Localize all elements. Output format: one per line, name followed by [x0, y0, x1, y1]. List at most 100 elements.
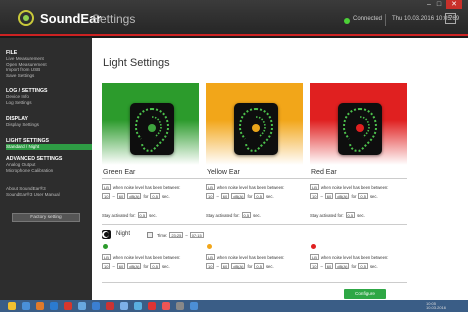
sidebar-item-microphone-calibration[interactable]: Microphone Calibration [6, 168, 92, 174]
stay-duration-stepper[interactable]: 0,5 [345, 212, 356, 218]
unit-dropdown[interactable]: dB(A) [231, 193, 246, 199]
sidebar-section-log: LOG / SETTINGS Device Info Log Settings [0, 88, 92, 105]
low-level-stepper[interactable]: 10 [206, 263, 215, 269]
night-label: Night [116, 231, 131, 237]
high-level-stepper[interactable]: 60 [220, 193, 230, 199]
sec-label: sec. [265, 263, 274, 269]
dash: – [112, 263, 115, 269]
taskbar-app-icon[interactable] [148, 302, 156, 310]
factory-setting-button[interactable]: Factory setting [12, 213, 80, 222]
sidebar-section-advanced: ADVANCED SETTINGS Analog Output Micropho… [0, 156, 92, 173]
for-label: for [247, 263, 253, 269]
sec-label: sec. [161, 193, 170, 199]
mode-dropdown[interactable]: LB [102, 184, 111, 190]
duration-stepper[interactable]: 0,5 [358, 263, 368, 269]
noise-range-row: LB when noise level has been between: [102, 254, 180, 260]
unit-dropdown[interactable]: dB(A) [335, 263, 350, 269]
for-label: for [247, 193, 253, 199]
ear-shape-icon [134, 108, 170, 153]
green-ear-label: Green Ear [103, 169, 136, 176]
stay-label: Stay activated for: [102, 212, 136, 218]
night-moon-icon [102, 230, 111, 239]
when-label: when noise level has been between: [216, 184, 285, 190]
low-level-stepper[interactable]: 10 [310, 193, 319, 199]
mode-dropdown[interactable]: LB [206, 184, 215, 190]
unit-dropdown[interactable]: dB(A) [335, 193, 350, 199]
ear-shape-icon [238, 108, 274, 153]
dash: – [320, 193, 323, 199]
tray-date: 10.03.2016 [426, 305, 447, 310]
when-label: when noise level has been between: [216, 254, 285, 260]
duration-stepper[interactable]: 0,5 [358, 193, 368, 199]
sec-label: sec. [357, 212, 365, 218]
mode-dropdown[interactable]: LB [310, 254, 319, 260]
taskbar-app-icon[interactable] [36, 302, 44, 310]
dash: – [216, 263, 219, 269]
help-button[interactable]: ? [445, 13, 456, 24]
night-enable-checkbox[interactable] [147, 232, 153, 238]
unit-dropdown[interactable]: dB(A) [127, 193, 142, 199]
duration-stepper[interactable]: 0,5 [150, 193, 160, 199]
duration-stepper[interactable]: 0,5 [254, 263, 264, 269]
high-level-stepper[interactable]: 60 [116, 263, 126, 269]
sidebar-item-standard-night[interactable]: Standard / Night [6, 144, 92, 150]
low-level-stepper[interactable]: 10 [102, 263, 111, 269]
sidebar-item-user-manual[interactable]: SoundEar®3 User Manual [6, 192, 92, 198]
taskbar-app-icon[interactable] [8, 302, 16, 310]
taskbar-app-icon[interactable] [92, 302, 100, 310]
duration-stepper[interactable]: 0,5 [254, 193, 264, 199]
taskbar-app-icon[interactable] [106, 302, 114, 310]
for-label: for [143, 263, 149, 269]
stay-duration-stepper[interactable]: 0,5 [137, 212, 148, 218]
red-ear-label: Red Ear [311, 169, 337, 176]
stay-duration-stepper[interactable]: 0,5 [241, 212, 252, 218]
high-level-stepper[interactable]: 60 [324, 263, 334, 269]
when-label: when noise level has been between: [112, 254, 181, 260]
taskbar-app-icon[interactable] [190, 302, 198, 310]
sec-label: sec. [161, 263, 170, 269]
taskbar-app-icon[interactable] [22, 302, 30, 310]
mode-dropdown[interactable]: LB [310, 184, 319, 190]
duration-stepper[interactable]: 0,5 [150, 263, 160, 269]
ear-device-icon [130, 103, 174, 155]
taskbar-app-icon[interactable] [50, 302, 58, 310]
high-level-stepper[interactable]: 60 [116, 193, 126, 199]
when-label: when noise level has been between: [320, 184, 389, 190]
night-time-to[interactable]: 07:15 [189, 232, 204, 238]
taskbar-app-icon[interactable] [134, 302, 142, 310]
sidebar-item-display-settings[interactable]: Display Settings [6, 122, 92, 128]
sec-label: sec. [369, 193, 378, 199]
high-level-stepper[interactable]: 60 [324, 193, 334, 199]
stay-activated-row: Stay activated for: 0,5 sec. [206, 212, 261, 218]
green-indicator-icon [103, 244, 108, 249]
taskbar-app-icon[interactable] [120, 302, 128, 310]
dash: – [216, 193, 219, 199]
taskbar-app-icon[interactable] [64, 302, 72, 310]
unit-dropdown[interactable]: dB(A) [127, 263, 142, 269]
low-level-stepper[interactable]: 10 [206, 193, 215, 199]
taskbar-app-icon[interactable] [78, 302, 86, 310]
low-level-stepper[interactable]: 10 [310, 263, 319, 269]
night-time-from[interactable]: 23:25 [169, 232, 184, 238]
page-title: Light Settings [103, 57, 170, 69]
connection-status: Connected [353, 16, 383, 22]
unit-dropdown[interactable]: dB(A) [231, 263, 246, 269]
noise-range-row: LB when noise level has been between: [102, 184, 180, 190]
sidebar-item-save-settings[interactable]: Save Settings [6, 73, 92, 79]
minimize-button[interactable]: – [424, 0, 434, 9]
sidebar-item-log-settings[interactable]: Log Settings [6, 100, 92, 106]
yellow-indicator-icon [207, 244, 212, 249]
sec-label: sec. [265, 193, 274, 199]
configure-button[interactable]: Configure [344, 289, 386, 299]
high-level-stepper[interactable]: 60 [220, 263, 230, 269]
low-level-stepper[interactable]: 10 [102, 193, 111, 199]
maximize-button[interactable]: □ [434, 0, 444, 9]
sec-label: sec. [253, 212, 261, 218]
taskbar-app-icon[interactable] [176, 302, 184, 310]
noise-level-row: 10–60 dB(A) for 0,5 sec. [206, 263, 274, 269]
mode-dropdown[interactable]: LB [206, 254, 215, 260]
window-title: Settings [92, 12, 136, 26]
mode-dropdown[interactable]: LB [102, 254, 111, 260]
close-button[interactable]: ✕ [446, 0, 462, 9]
taskbar-app-icon[interactable] [162, 302, 170, 310]
